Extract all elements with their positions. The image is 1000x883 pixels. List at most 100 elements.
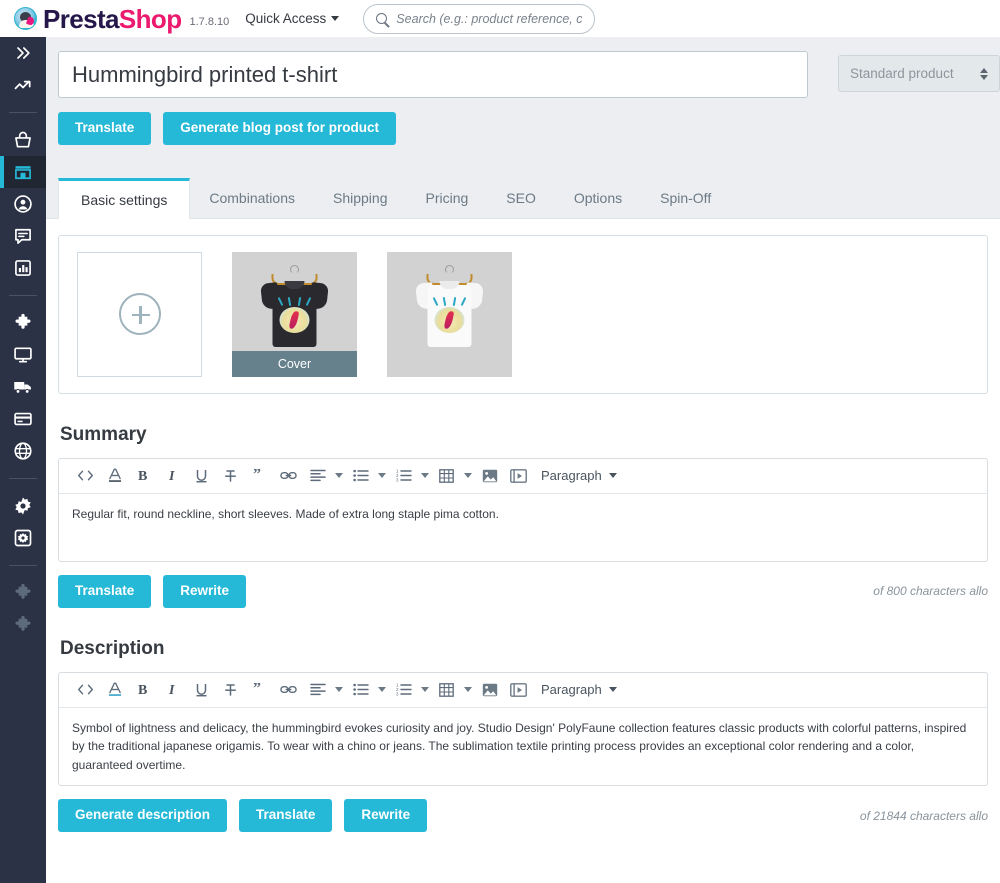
sidebar-item-catalog[interactable] (0, 156, 46, 188)
strikethrough-icon[interactable] (216, 675, 245, 704)
tab-seo[interactable]: SEO (487, 178, 555, 218)
product-image-black-tshirt[interactable]: Cover (232, 251, 357, 377)
text-color-icon[interactable] (100, 675, 129, 704)
quick-access-menu[interactable]: Quick Access (245, 11, 340, 26)
sidebar-item-expand-menu[interactable] (0, 37, 46, 69)
product-type-select[interactable]: Standard product (838, 55, 1000, 92)
align-dropdown-chevron-down-icon[interactable] (332, 461, 346, 490)
sidebar-item-design[interactable] (0, 339, 46, 371)
numbered-list-dropdown-chevron-down-icon[interactable] (418, 675, 432, 704)
description-actions-row: Generate description Translate Rewrite o… (58, 799, 988, 833)
add-image-tile[interactable] (77, 251, 202, 377)
sidebar-item-stats[interactable] (0, 252, 46, 284)
brand-name-part2: Shop (118, 3, 182, 34)
translate-title-button[interactable]: Translate (58, 112, 152, 145)
sidebar-divider-1 (9, 112, 37, 113)
sidebar-item-shop-parameters[interactable] (0, 490, 46, 522)
bulleted-list-icon[interactable] (346, 675, 375, 704)
tab-combinations[interactable]: Combinations (190, 178, 314, 218)
gear-box-icon (14, 529, 32, 547)
align-left-icon[interactable] (303, 461, 332, 490)
tab-pricing[interactable]: Pricing (406, 178, 487, 218)
video-icon[interactable] (504, 675, 533, 704)
sidebar-item-module-extra[interactable] (0, 609, 46, 641)
product-image-white-tshirt[interactable] (387, 251, 512, 377)
chevron-double-right-icon (17, 47, 30, 59)
speech-bubble-icon (15, 228, 31, 244)
summary-translate-button[interactable]: Translate (58, 574, 152, 608)
summary-heading: Summary (60, 423, 147, 445)
sidebar-item-customer-service[interactable] (0, 220, 46, 252)
align-left-icon[interactable] (303, 675, 332, 704)
video-icon[interactable] (504, 461, 533, 490)
brand-logo[interactable]: PrestaShop 1.7.8.10 (14, 6, 229, 32)
bulleted-list-dropdown-chevron-down-icon[interactable] (375, 461, 389, 490)
product-header-actions: Translate Generate blog post for product (46, 98, 1000, 145)
paragraph-format-label: Paragraph (541, 468, 602, 484)
generate-blog-post-button[interactable]: Generate blog post for product (163, 112, 397, 145)
sidebar-divider-4 (9, 565, 37, 566)
table-dropdown-chevron-down-icon[interactable] (461, 675, 475, 704)
description-character-count: of 21844 characters allo (859, 808, 988, 823)
sidebar-item-orders[interactable] (0, 124, 46, 156)
sidebar-item-module-spinoff[interactable] (0, 577, 46, 609)
sidebar-item-dashboard[interactable] (0, 69, 46, 101)
image-icon[interactable] (475, 675, 504, 704)
svg-text:B: B (138, 469, 147, 483)
product-name-input[interactable] (58, 51, 808, 98)
sidebar-item-international[interactable] (0, 435, 46, 467)
source-code-icon[interactable] (71, 675, 100, 704)
underline-icon[interactable] (187, 675, 216, 704)
bulleted-list-dropdown-chevron-down-icon[interactable] (375, 675, 389, 704)
italic-icon[interactable]: I (158, 675, 187, 704)
tab-options[interactable]: Options (555, 178, 641, 218)
truck-icon (14, 382, 31, 394)
chevron-down-icon (608, 473, 617, 479)
table-icon[interactable] (432, 675, 461, 704)
prestashop-logo-icon (14, 7, 37, 30)
numbered-list-dropdown-chevron-down-icon[interactable] (418, 461, 432, 490)
description-text[interactable]: Symbol of lightness and delicacy, the hu… (59, 708, 987, 786)
bulleted-list-icon[interactable] (346, 461, 375, 490)
search-input[interactable] (394, 10, 585, 27)
sidebar-item-payment[interactable] (0, 403, 46, 435)
summary-character-count: of 800 characters allo (873, 584, 988, 599)
italic-icon[interactable]: I (158, 461, 187, 490)
table-icon[interactable] (432, 461, 461, 490)
text-color-icon[interactable] (100, 461, 129, 490)
underline-icon[interactable] (187, 461, 216, 490)
bold-icon[interactable]: B (129, 675, 158, 704)
numbered-list-icon[interactable]: 123 (389, 461, 418, 490)
sidebar-item-modules[interactable] (0, 307, 46, 339)
sidebar-item-shipping[interactable] (0, 371, 46, 403)
brand-name-part1: Presta (43, 3, 120, 34)
tab-basic-settings[interactable]: Basic settings (58, 177, 191, 219)
global-search[interactable] (363, 3, 596, 34)
tab-shipping[interactable]: Shipping (314, 178, 407, 218)
table-dropdown-chevron-down-icon[interactable] (461, 461, 475, 490)
paragraph-format-dropdown[interactable]: Paragraph (541, 468, 617, 483)
globe-icon (14, 442, 32, 460)
image-icon[interactable] (475, 461, 504, 490)
paragraph-format-dropdown[interactable]: Paragraph (541, 682, 617, 697)
description-translate-button[interactable]: Translate (239, 799, 333, 833)
link-icon[interactable] (274, 461, 303, 490)
numbered-list-icon[interactable]: 123 (389, 675, 418, 704)
align-dropdown-chevron-down-icon[interactable] (332, 675, 346, 704)
link-icon[interactable] (274, 675, 303, 704)
search-icon (376, 13, 388, 24)
sidebar-item-advanced-parameters[interactable] (0, 522, 46, 554)
source-code-icon[interactable] (71, 461, 100, 490)
summary-text[interactable]: Regular fit, round neckline, short sleev… (59, 494, 987, 561)
strikethrough-icon[interactable] (216, 461, 245, 490)
sidebar-item-customers[interactable] (0, 188, 46, 220)
description-rewrite-button[interactable]: Rewrite (344, 799, 428, 833)
puzzle-piece-muted-icon (15, 615, 31, 631)
tab-spin-off[interactable]: Spin-Off (641, 178, 730, 218)
bold-icon[interactable]: B (129, 461, 158, 490)
chevron-updown-icon (980, 67, 988, 80)
blockquote-icon[interactable]: ” (245, 675, 274, 704)
generate-description-button[interactable]: Generate description (58, 799, 228, 833)
summary-rewrite-button[interactable]: Rewrite (163, 574, 247, 608)
blockquote-icon[interactable]: ” (245, 461, 274, 490)
